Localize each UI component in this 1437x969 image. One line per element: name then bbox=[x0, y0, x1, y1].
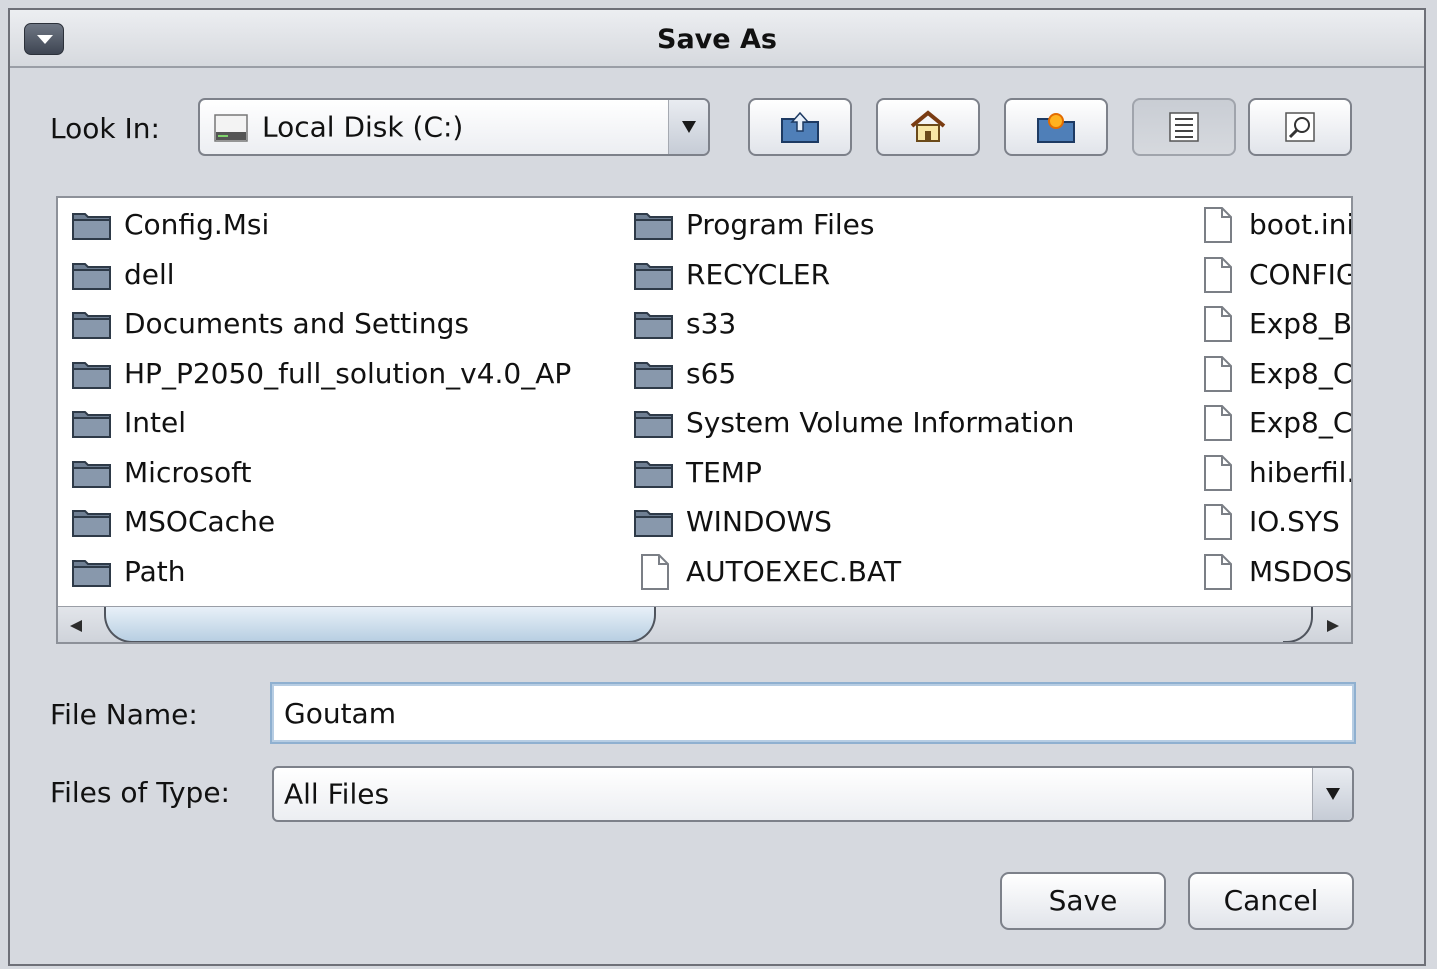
folder-icon bbox=[632, 404, 676, 447]
horizontal-scrollbar[interactable] bbox=[58, 606, 1351, 642]
item-label: s65 bbox=[686, 356, 737, 390]
list-icon bbox=[1169, 112, 1199, 142]
look-in-label: Look In: bbox=[50, 112, 160, 145]
file-icon bbox=[1195, 305, 1239, 350]
file-type-combo[interactable]: All Files bbox=[272, 766, 1354, 822]
folder-icon bbox=[632, 355, 676, 398]
home-icon bbox=[910, 110, 946, 142]
chevron-down-icon[interactable] bbox=[1312, 768, 1352, 820]
folder-icon bbox=[632, 256, 676, 299]
item-label: AUTOEXEC.BAT bbox=[686, 554, 902, 588]
up-one-level-button[interactable] bbox=[748, 98, 852, 156]
file-type-label: Files of Type: bbox=[50, 776, 230, 809]
item-label: Path bbox=[124, 554, 186, 588]
file-name-label: File Name: bbox=[50, 698, 198, 731]
item-label: Exp8_C bbox=[1249, 356, 1353, 390]
folder-icon bbox=[632, 305, 676, 348]
item-label: MSDOS bbox=[1249, 554, 1353, 588]
folder-icon bbox=[70, 454, 114, 497]
folder-icon bbox=[70, 404, 114, 447]
item-label: RECYCLER bbox=[686, 257, 831, 291]
save-button[interactable]: Save bbox=[1000, 872, 1166, 930]
folder-icon bbox=[70, 553, 114, 596]
item-label: boot.ini bbox=[1249, 208, 1353, 241]
item-label: IO.SYS bbox=[1249, 505, 1340, 538]
folder-icon bbox=[70, 305, 114, 348]
file-icon bbox=[632, 553, 676, 598]
folder-icon bbox=[632, 454, 676, 497]
folder-icon bbox=[70, 355, 114, 398]
file-list[interactable]: Config.Msi dell Documents and Settings HP_P… bbox=[56, 196, 1353, 644]
scrollbar-thumb[interactable] bbox=[104, 607, 656, 642]
file-icon bbox=[1195, 355, 1239, 400]
item-label: Intel bbox=[124, 406, 186, 439]
folder-icon bbox=[70, 503, 114, 546]
folder-icon bbox=[70, 206, 114, 249]
list-view-button[interactable] bbox=[1132, 98, 1236, 156]
file-name-input[interactable] bbox=[270, 682, 1356, 744]
file-type-value: All Files bbox=[284, 777, 390, 811]
item-label: hiberfil. bbox=[1249, 455, 1353, 489]
cancel-button[interactable]: Cancel bbox=[1188, 872, 1354, 930]
scroll-right-icon[interactable] bbox=[1311, 607, 1351, 642]
save-as-dialog: Save As Look In: Local Disk (C:) Config.… bbox=[8, 8, 1426, 966]
file-icon bbox=[1195, 206, 1239, 251]
item-label: HP_P2050_full_solution_v4.0_AP bbox=[124, 356, 572, 390]
new-folder-button[interactable] bbox=[1004, 98, 1108, 156]
folder-up-icon bbox=[781, 111, 819, 143]
item-label: Documents and Settings bbox=[124, 307, 469, 340]
item-label: System Volume Information bbox=[686, 406, 1075, 439]
folder-icon bbox=[632, 206, 676, 249]
file-icon bbox=[1195, 404, 1239, 449]
look-in-value: Local Disk (C:) bbox=[262, 110, 464, 144]
file-icon bbox=[1195, 553, 1239, 598]
file-icon bbox=[1195, 256, 1239, 301]
scrollbar-track-end bbox=[1283, 607, 1313, 642]
item-label: Exp8_C bbox=[1249, 406, 1353, 439]
item-label: Program Files bbox=[686, 208, 875, 241]
folder-icon bbox=[70, 256, 114, 299]
details-view-button[interactable] bbox=[1248, 98, 1352, 156]
hard-disk-icon bbox=[214, 114, 248, 142]
item-label: TEMP bbox=[686, 455, 762, 489]
dialog-title: Save As bbox=[657, 24, 777, 55]
folder-icon bbox=[632, 503, 676, 546]
item-label: MSOCache bbox=[124, 505, 276, 538]
file-icon bbox=[1195, 503, 1239, 548]
item-label: Exp8_B bbox=[1249, 307, 1353, 340]
item-label: dell bbox=[124, 257, 175, 291]
item-label: Config.Msi bbox=[124, 208, 270, 241]
scroll-left-icon[interactable] bbox=[58, 607, 98, 642]
look-in-combo[interactable]: Local Disk (C:) bbox=[198, 98, 710, 156]
title-bar[interactable]: Save As bbox=[10, 10, 1424, 68]
chevron-down-icon[interactable] bbox=[668, 100, 708, 154]
item-label: WINDOWS bbox=[686, 505, 832, 538]
new-folder-icon bbox=[1037, 113, 1075, 143]
home-button[interactable] bbox=[876, 98, 980, 156]
file-icon bbox=[1195, 454, 1239, 499]
item-label: CONFIG bbox=[1249, 257, 1353, 291]
details-icon bbox=[1285, 112, 1315, 142]
item-label: s33 bbox=[686, 307, 737, 340]
item-label: Microsoft bbox=[124, 455, 252, 489]
